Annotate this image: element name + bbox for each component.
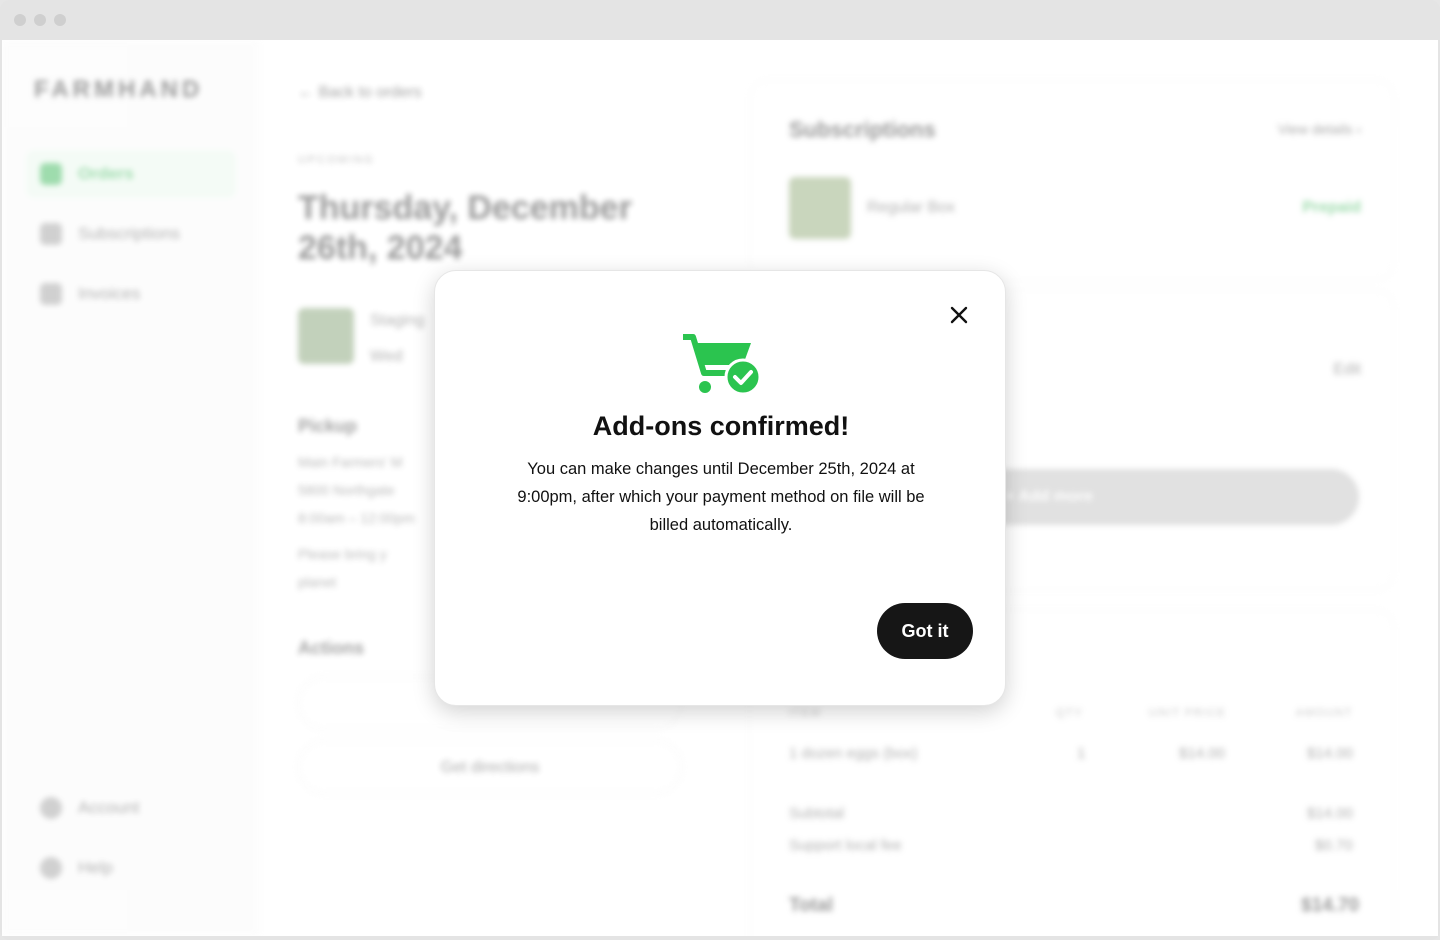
column-header: UNIT PRICE — [1149, 707, 1227, 719]
logo: FARMHAND — [34, 76, 204, 103]
dialog-title: Add-ons confirmed! — [592, 411, 850, 441]
window-control-dot[interactable] — [34, 14, 46, 26]
sidebar-item-invoices[interactable]: Invoices — [26, 270, 236, 318]
column-header: ITEM — [789, 707, 822, 719]
status-badge: Prepaid — [1302, 199, 1361, 216]
back-link[interactable]: ← Back to orders — [298, 84, 422, 102]
view-details-link[interactable]: View details › — [1278, 121, 1361, 137]
browser-window: FARMHAND Orders Subscriptions Invoices A… — [0, 0, 1440, 940]
got-it-button[interactable]: Got it — [877, 603, 973, 659]
window-control-dot[interactable] — [54, 14, 66, 26]
sidebar-item-help[interactable]: Help — [26, 844, 236, 892]
pickup-hours: 8:00am – 12:00pm — [298, 510, 415, 526]
window-control-dot[interactable] — [14, 14, 26, 26]
sidebar-item-label: Invoices — [78, 284, 141, 303]
actions-heading: Actions — [298, 638, 365, 658]
page-title: Thursday, December 26th, 2024 — [298, 189, 632, 267]
total-value: $14.70 — [1301, 895, 1360, 916]
repeat-icon — [40, 223, 62, 245]
cart-icon — [40, 163, 62, 185]
total-label: Total — [789, 895, 833, 916]
column-header: QTY — [1056, 707, 1084, 719]
column-header: AMOUNT — [1296, 707, 1353, 719]
product-name: Staging — [370, 312, 425, 329]
receipt-icon — [40, 283, 62, 305]
table-cell: 1 dozen eggs (box) — [789, 745, 918, 762]
dialog-message: You can make changes until December 25th… — [517, 460, 925, 534]
get-directions-button[interactable]: Get directions — [298, 740, 682, 794]
pickup-heading: Pickup — [298, 416, 358, 436]
status-label: UPCOMING — [298, 154, 375, 166]
sidebar-item-label: Help — [78, 858, 113, 877]
product-subtext: Wed — [370, 348, 403, 365]
table-cell: $14.00 — [1307, 745, 1353, 762]
confirmation-dialog: Add-ons confirmed! You can make changes … — [434, 270, 1006, 706]
close-icon[interactable] — [947, 303, 971, 327]
sidebar-item-orders[interactable]: Orders — [26, 150, 236, 198]
subtotal-label: Subtotal — [789, 805, 845, 822]
pickup-note-2: planet — [298, 574, 337, 590]
sidebar-item-subscriptions[interactable]: Subscriptions — [26, 210, 236, 258]
pickup-location: Main Farmers' M — [298, 454, 403, 470]
sidebar: FARMHAND Orders Subscriptions Invoices A… — [2, 40, 258, 936]
card-title: Subscriptions — [789, 117, 936, 142]
user-icon — [40, 797, 62, 819]
subscription-name: Regular Box — [867, 199, 956, 216]
sidebar-item-account[interactable]: Account — [26, 784, 236, 832]
fee-label: Support local fee — [789, 837, 902, 854]
pickup-note: Please bring y — [298, 546, 387, 562]
table-cell: 1 — [1077, 745, 1086, 762]
fee-value: $0.70 — [1315, 837, 1353, 854]
product-image — [298, 308, 354, 364]
sidebar-item-label: Subscriptions — [78, 224, 181, 243]
help-icon — [40, 857, 62, 879]
pickup-address: 5800 Northgate — [298, 482, 395, 498]
title-bar — [0, 0, 1440, 40]
table-cell: $14.00 — [1179, 745, 1225, 762]
subtotal-value: $14.00 — [1307, 805, 1353, 822]
cart-check-icon — [683, 334, 761, 396]
sidebar-item-label: Account — [78, 798, 140, 817]
subscription-image — [789, 177, 851, 239]
sidebar-item-label: Orders — [78, 164, 134, 183]
edit-button[interactable]: Edit — [1333, 361, 1361, 379]
subscriptions-card: Subscriptions View details › Regular Box… — [750, 80, 1394, 280]
